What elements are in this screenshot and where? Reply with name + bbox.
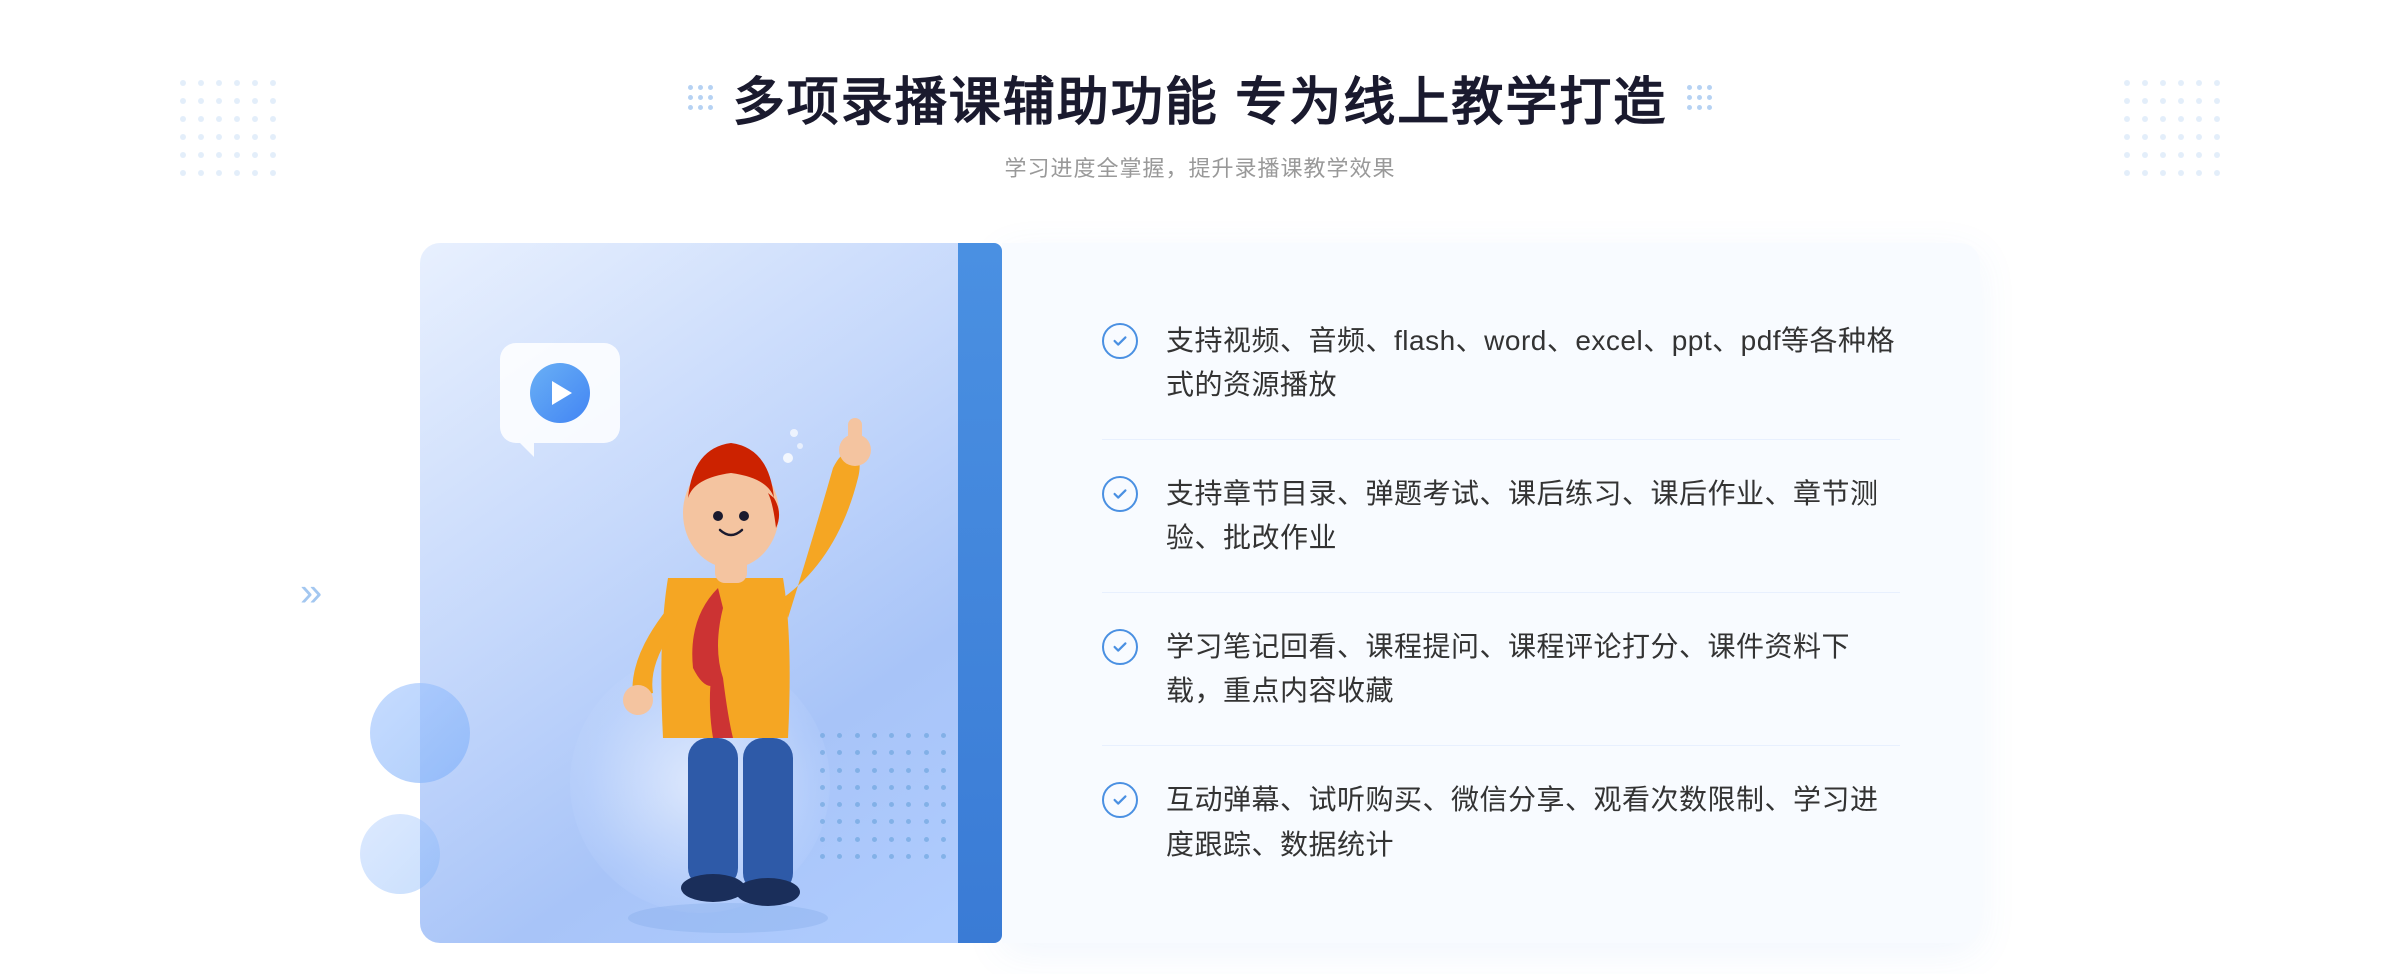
header-dots-right [1687, 85, 1712, 110]
feature-text-2: 支持章节目录、弹题考试、课后练习、课后作业、章节测验、批改作业 [1166, 472, 1900, 562]
page-wrapper: 多项录播课辅助功能 专为线上教学打造 学习进度全掌握，提升录播课教学效果 » [0, 0, 2400, 974]
features-panel: 支持视频、音频、flash、word、excel、ppt、pdf等各种格式的资源… [1002, 243, 1980, 943]
feature-item-1: 支持视频、音频、flash、word、excel、ppt、pdf等各种格式的资源… [1102, 299, 1900, 429]
feature-text-3: 学习笔记回看、课程提问、课程评论打分、课件资料下载，重点内容收藏 [1166, 625, 1900, 715]
feature-item-2: 支持章节目录、弹题考试、课后练习、课后作业、章节测验、批改作业 [1102, 452, 1900, 582]
bg-decoration-dots-left [180, 80, 276, 176]
feature-item-3: 学习笔记回看、课程提问、课程评论打分、课件资料下载，重点内容收藏 [1102, 605, 1900, 735]
header-dots-left [688, 85, 713, 110]
divider-1 [1102, 439, 1900, 440]
page-header: 多项录播课辅助功能 专为线上教学打造 [688, 60, 1712, 135]
page-subtitle: 学习进度全掌握，提升录播课教学效果 [1004, 151, 1395, 183]
page-title: 多项录播课辅助功能 专为线上教学打造 [733, 60, 1667, 135]
check-icon-2 [1102, 476, 1138, 512]
dot-pattern-decoration [820, 733, 950, 863]
illustration-panel [420, 243, 980, 943]
check-icon-1 [1102, 323, 1138, 359]
bg-decoration-dots-right [2124, 80, 2220, 176]
feature-text-4: 互动弹幕、试听购买、微信分享、观看次数限制、学习进度跟踪、数据统计 [1166, 778, 1900, 868]
check-icon-4 [1102, 782, 1138, 818]
blue-vertical-bar [958, 243, 1002, 943]
deco-circle [370, 683, 470, 783]
feature-text-1: 支持视频、音频、flash、word、excel、ppt、pdf等各种格式的资源… [1166, 319, 1900, 409]
divider-3 [1102, 745, 1900, 746]
check-icon-3 [1102, 629, 1138, 665]
main-content: » [420, 243, 1980, 943]
feature-item-4: 互动弹幕、试听购买、微信分享、观看次数限制、学习进度跟踪、数据统计 [1102, 758, 1900, 888]
divider-2 [1102, 592, 1900, 593]
page-deco-circle [360, 814, 440, 894]
left-chevron-icon: » [300, 571, 322, 616]
